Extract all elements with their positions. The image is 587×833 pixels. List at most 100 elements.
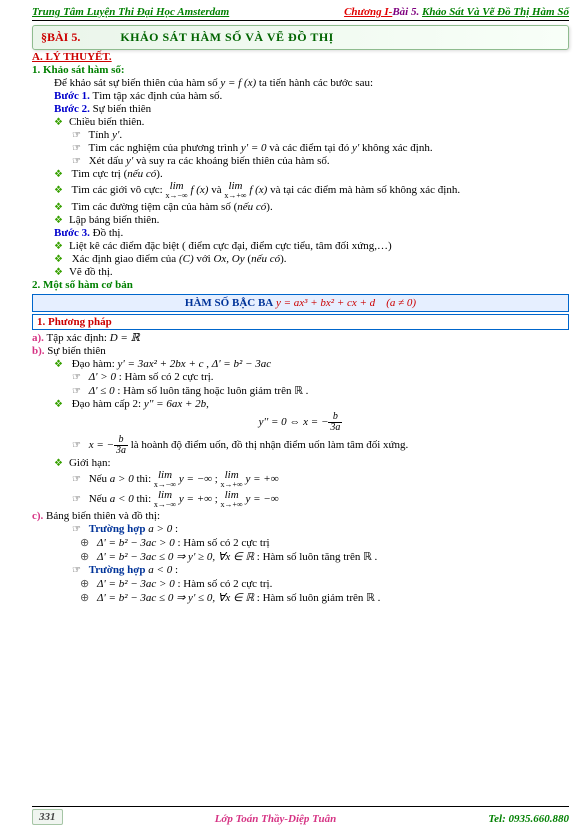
thp1: Trường hợp — [89, 523, 149, 535]
lim2: limx→+∞ — [224, 181, 246, 200]
daoham2: Đạo hàm cấp 2: y'' = 6ax + 2b, — [54, 398, 569, 410]
footer: 331 Lớp Toán Thầy-Diệp Tuân Tel: 0935.66… — [32, 806, 569, 825]
step2-bang: Lập bảng biến thiên. — [54, 214, 569, 226]
step2-text: Sự biến thiên — [90, 103, 151, 115]
fx2: f (x) — [249, 184, 267, 196]
header-right: Chương I-Bài 5. Khảo Sát Và Vẽ Đồ Thị Hà… — [344, 6, 569, 18]
lesson-label: §BÀI 5. — [41, 30, 80, 45]
step2-nghiem: Tìm các nghiệm của phương trình y' = 0 v… — [72, 142, 569, 154]
ghn3: thì: — [136, 493, 153, 505]
c4e: Δ' = b² − 3ac ≤ 0 ⇒ y' ≤ 0, ∀x ∈ ℝ — [97, 592, 254, 604]
function-title-box: HÀM SỐ BẬC BA y = ax³ + bx² + cx + d (a … — [32, 294, 569, 312]
x2: y' — [126, 155, 133, 167]
intro-eq: y = f (x) — [220, 77, 256, 89]
page-number: 331 — [32, 809, 63, 825]
step3: Bước 3. Đồ thị. — [54, 227, 569, 239]
c2t: : Hàm số luôn tăng trên ℝ . — [257, 551, 378, 563]
step2-tinh: Tính y'. — [72, 129, 569, 141]
gv3: và tại các điểm mà hàm số không xác định… — [270, 184, 460, 196]
step3-3: Vẽ đồ thị. — [54, 266, 569, 278]
lim-y2: y — [245, 473, 250, 485]
c-lbl: c). — [32, 510, 43, 522]
thn2: a < 0 — [148, 564, 172, 576]
gioihan: Giới hạn: — [54, 457, 569, 469]
header-org: Trung Tâm Luyện Thi Đại Học Amsterdam — [32, 6, 229, 18]
part-a: a). Tập xác định: D = ℝ — [32, 331, 569, 344]
case4: Δ' = b² − 3ac ≤ 0 ⇒ y' ≤ 0, ∀x ∈ ℝ : Hàm… — [80, 591, 569, 604]
step2-chieu: Chiều biến thiên. — [54, 116, 569, 128]
x1: Xét dấu — [89, 155, 126, 167]
lim-n2: limx→+∞ — [221, 490, 243, 509]
section-2: 2. Một số hàm cơ bản — [32, 279, 569, 291]
fx1: f (x) — [190, 184, 208, 196]
thn1: Trường hợp — [89, 564, 149, 576]
dh2-eq: y'' = 6ax + 2b — [144, 398, 206, 410]
dh-delta: Δ' = b² − 3ac — [212, 358, 271, 370]
step2-gioivo: Tìm các giới vô cực: limx→−∞ f (x) và li… — [54, 181, 569, 200]
lim-y1: y — [179, 473, 184, 485]
b32neu: nếu có — [251, 253, 280, 265]
gha1: Nếu — [89, 473, 110, 485]
lim-nr2: = −∞ — [253, 493, 278, 505]
case1: Δ' = b² − 3ac > 0 : Hàm số có 2 cực trị — [80, 536, 569, 549]
gh-aneg: Nếu a < 0 thì: limx→−∞ y = +∞ ; limx→+∞ … — [72, 490, 569, 509]
lim-nr1: = +∞ — [187, 493, 212, 505]
gha3: thì: — [136, 473, 153, 485]
intro-text-b: ta tiến hành các bước sau: — [259, 77, 373, 89]
c1e: Δ' = b² − 3ac > 0 — [97, 537, 175, 549]
header: Trung Tâm Luyện Thi Đại Học Amsterdam Ch… — [32, 6, 569, 21]
step2-tiemcan: Tìm các đường tiệm cận của hàm số (nếu c… — [54, 201, 569, 213]
section-1: 1. Khảo sát hàm số: — [32, 64, 569, 76]
step1-label: Bước 1. — [54, 90, 90, 102]
c4t: : Hàm số luôn giảm trên ℝ . — [257, 592, 381, 604]
fn-cond: (a ≠ 0) — [386, 297, 416, 309]
header-chapter: Chương I- — [344, 6, 392, 18]
thp3: : — [175, 523, 178, 535]
dh2-comma: , — [206, 398, 209, 410]
fn-eq: y = ax³ + bx² + cx + d — [276, 297, 378, 309]
step3-2: Xác định giao điểm của (C) với Ox, Oy (n… — [54, 253, 569, 265]
method-box: 1. Phương pháp — [32, 314, 569, 330]
lim-n1: limx→−∞ — [154, 490, 176, 509]
lim1: limx→−∞ — [165, 181, 187, 200]
uon: x = −b3a là hoành độ điểm uốn, đồ thị nh… — [72, 435, 569, 456]
ct3: ). — [156, 168, 162, 180]
b32b: (C) — [179, 253, 194, 265]
gv2: và — [211, 184, 224, 196]
intro-text-a: Để khảo sát sự biến thiên của hàm số — [54, 77, 220, 89]
ghn1: Nếu — [89, 493, 110, 505]
footer-center: Lớp Toán Thầy-Diệp Tuân — [215, 813, 337, 825]
b32c: với — [196, 253, 213, 265]
step3-1: Liệt kê các điểm đặc biệt ( điểm cực đại… — [54, 240, 569, 252]
footer-right: Tel: 0935.660.880 — [488, 813, 569, 825]
page: Trung Tâm Luyện Thi Đại Học Amsterdam Ch… — [0, 0, 587, 833]
y2eq: y'' = 0 ⇔ x = − — [259, 416, 329, 428]
step3-text: Đồ thị. — [90, 227, 123, 239]
method-label: 1. Phương pháp — [37, 316, 112, 328]
lesson-title: KHẢO SÁT HÀM SỐ VÀ VẼ ĐỒ THỊ — [120, 30, 334, 45]
a-lbl: a). — [32, 332, 44, 344]
lesson-title-box: §BÀI 5. KHẢO SÁT HÀM SỐ VÀ VẼ ĐỒ THỊ — [32, 25, 569, 50]
tc3: ). — [266, 201, 272, 213]
a-txt: Tập xác định: — [44, 332, 110, 344]
y2-zero: y'' = 0 ⇔ x = −b3a — [32, 412, 569, 433]
uon-b: là hoành độ điểm uốn, đồ thị nhận điểm u… — [131, 439, 409, 451]
dgt0-t: : Hàm số có 2 cực trị. — [119, 371, 214, 383]
c3e: Δ' = b² − 3ac > 0 — [97, 578, 175, 590]
dle0-t: : Hàm số luôn tăng hoặc luôn giảm trên ℝ… — [117, 385, 308, 397]
dle0-l: Δ' ≤ 0 — [89, 385, 115, 397]
dh2-lbl: Đạo hàm cấp 2: — [72, 398, 144, 410]
n4: y' — [352, 142, 359, 154]
d-le0: Δ' ≤ 0 : Hàm số luôn tăng hoặc luôn giảm… — [72, 384, 569, 397]
c2e: Δ' = b² − 3ac ≤ 0 ⇒ y' ≥ 0, ∀x ∈ ℝ — [97, 551, 254, 563]
case2: Δ' = b² − 3ac ≤ 0 ⇒ y' ≥ 0, ∀x ∈ ℝ : Hàm… — [80, 550, 569, 563]
n5: không xác định. — [362, 142, 433, 154]
lim-r2: = +∞ — [253, 473, 278, 485]
b32f: ). — [280, 253, 286, 265]
header-subtitle: Khảo Sát Và Vẽ Đồ Thị Hàm Số — [422, 6, 569, 18]
tc2: nếu có — [237, 201, 266, 213]
step2-cuctri: Tìm cực trị (nếu có). — [54, 168, 569, 180]
t1: Tính — [89, 129, 113, 141]
ct2: nếu có — [127, 168, 156, 180]
gh-apos: Nếu a > 0 thì: limx→−∞ y = −∞ ; limx→+∞ … — [72, 470, 569, 489]
